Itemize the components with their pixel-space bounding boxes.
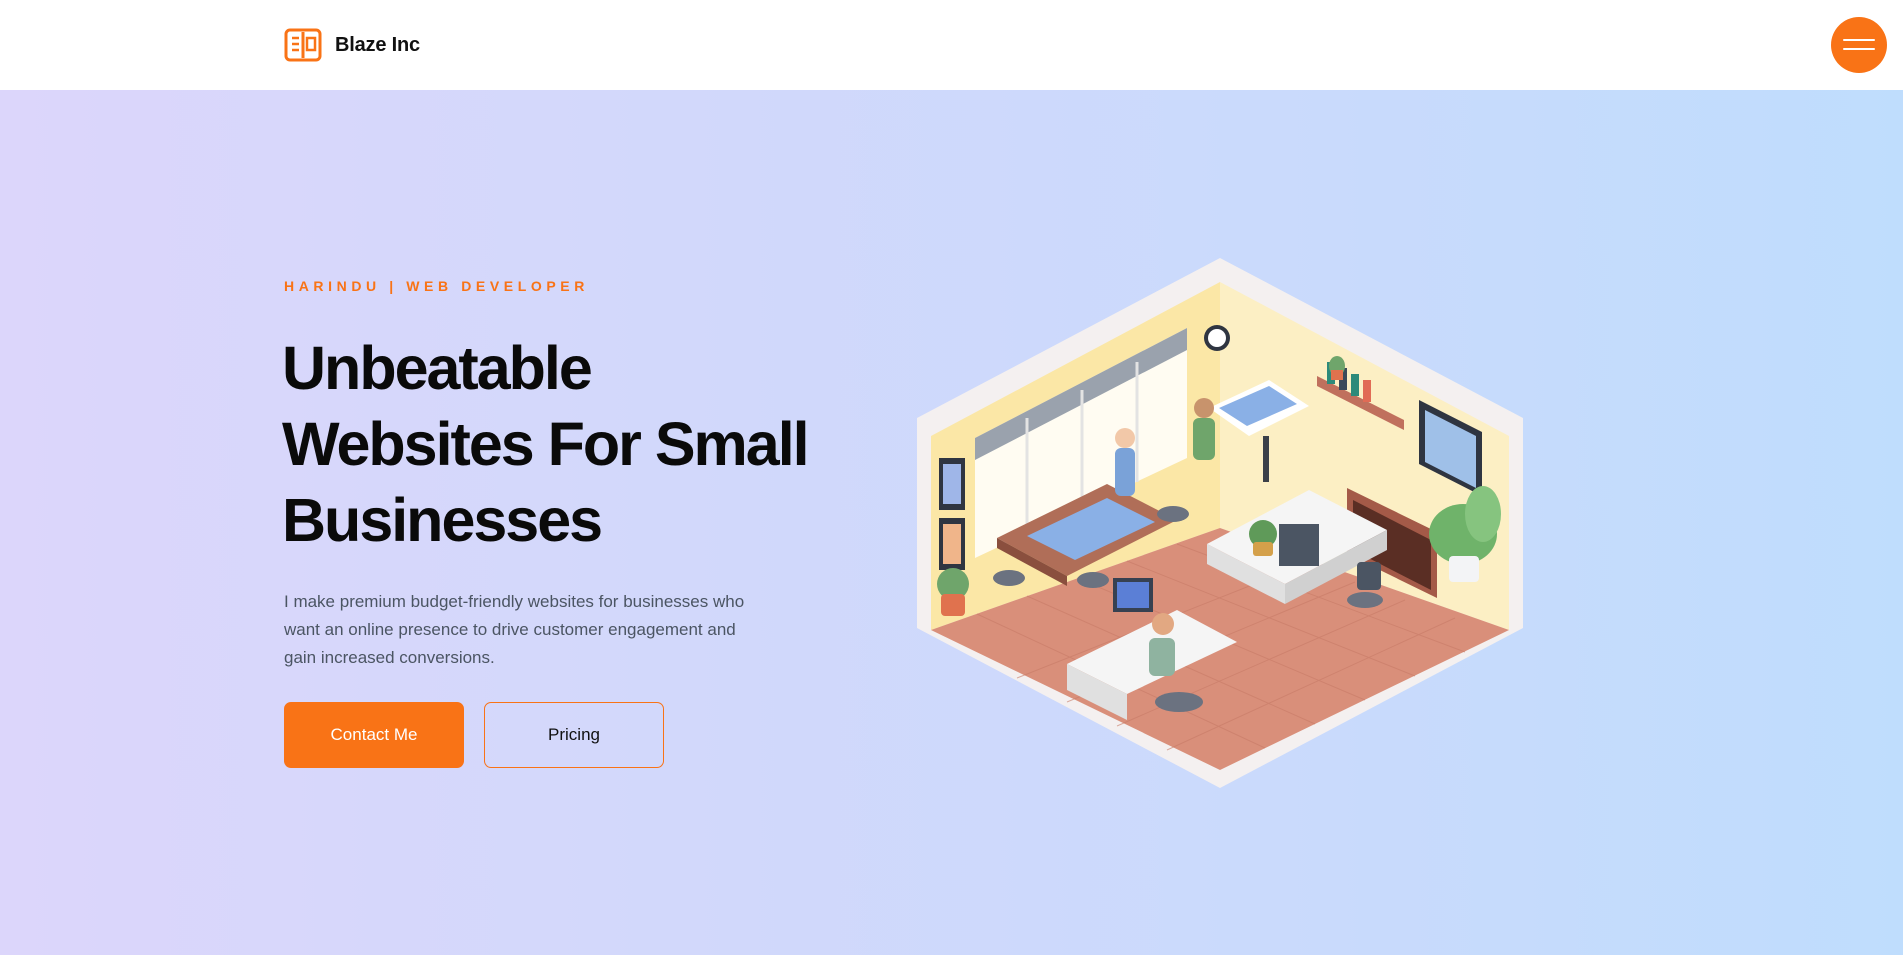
site-header: Blaze Inc bbox=[0, 0, 1903, 90]
contact-me-button[interactable]: Contact Me bbox=[284, 702, 464, 768]
headline-line-1: Unbeatable bbox=[282, 334, 593, 402]
isometric-office-illustration bbox=[917, 258, 1523, 788]
brand-name: Blaze Inc bbox=[335, 33, 420, 56]
hero-section: HARINDU | WEB DEVELOPER Unbeatable Websi… bbox=[0, 90, 1903, 955]
description-line-3: gain increased conversions. bbox=[284, 648, 495, 667]
hero-eyebrow: HARINDU | WEB DEVELOPER bbox=[284, 278, 589, 294]
headline-line-3: Businesses bbox=[282, 486, 603, 554]
book-logo-icon bbox=[284, 28, 322, 62]
hero-headline: Unbeatable Websites For Small Businesses bbox=[282, 330, 822, 558]
hamburger-menu-icon bbox=[1843, 39, 1875, 51]
brand-link[interactable]: Blaze Inc bbox=[284, 28, 420, 62]
description-line-2: want an online presence to drive custome… bbox=[284, 620, 736, 639]
menu-button[interactable] bbox=[1831, 17, 1887, 73]
pricing-button[interactable]: Pricing bbox=[484, 702, 664, 768]
hero-description: I make premium budget-friendly websites … bbox=[284, 588, 784, 672]
headline-line-2: Websites For Small bbox=[282, 410, 810, 478]
description-line-1: I make premium budget-friendly websites … bbox=[284, 592, 745, 611]
